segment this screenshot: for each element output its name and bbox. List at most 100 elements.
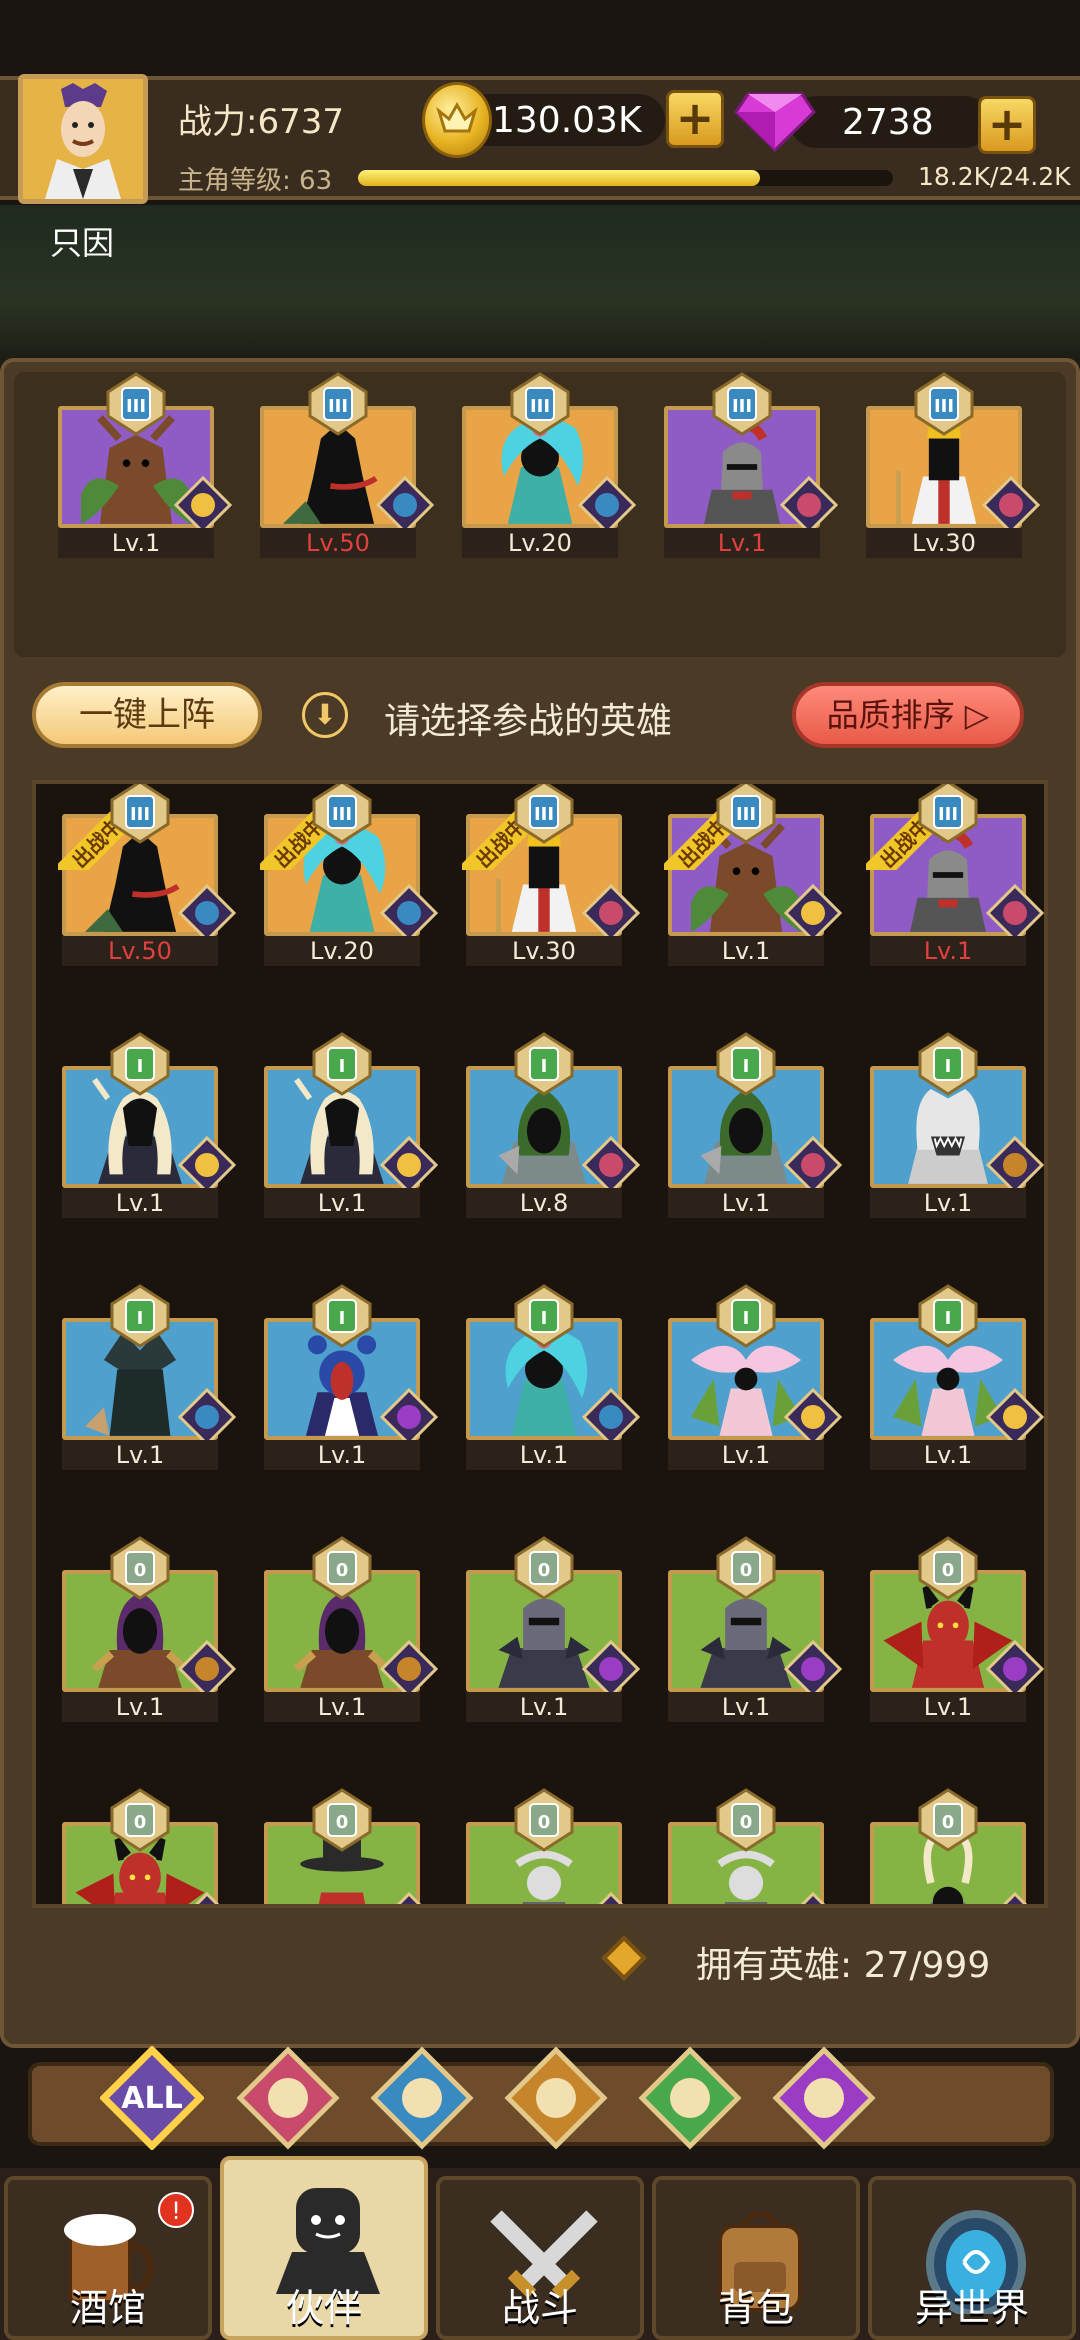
roster-hero-card[interactable]: 0	[466, 1788, 624, 1904]
roster-hero-card[interactable]: 0 Lv.1	[264, 1536, 438, 1722]
roster-hero-card[interactable]: I Lv.1	[264, 1284, 438, 1470]
star-rank-badge-icon: I	[514, 1032, 574, 1096]
nav-tab-label: 酒馆	[69, 2286, 146, 2330]
beast-class-icon	[178, 1640, 236, 1698]
svg-text:III: III	[530, 396, 550, 417]
filter-all-button[interactable]: ALL	[99, 2045, 205, 2151]
roster-hero-card[interactable]: I Lv.1	[668, 1032, 842, 1218]
svg-text:I: I	[137, 1308, 144, 1329]
filter-class-4-button[interactable]	[638, 2046, 742, 2150]
roster-hero-card[interactable]: I Lv.8	[466, 1032, 640, 1218]
filter-class-2-button[interactable]	[370, 2046, 474, 2150]
svg-text:III: III	[736, 804, 756, 825]
player-avatar[interactable]	[18, 74, 148, 204]
svg-text:0: 0	[538, 1560, 551, 1581]
roster-hero-card[interactable]: I Lv.1	[62, 1032, 236, 1218]
hero-level: Lv.30	[866, 528, 1022, 558]
star-rank-badge-icon: III	[312, 784, 372, 844]
nav-tab-label: 战斗	[501, 2286, 578, 2330]
demon-class-icon	[598, 1892, 624, 1904]
star-rank-badge-icon: I	[716, 1032, 776, 1096]
svg-text:ALL: ALL	[121, 2081, 182, 2116]
roster-hero-card[interactable]: I Lv.1	[870, 1284, 1044, 1470]
merfolk-class-icon	[178, 884, 236, 942]
roster-hero-card[interactable]: I Lv.1	[466, 1284, 640, 1470]
roster-hero-card[interactable]: I Lv.1	[264, 1032, 438, 1218]
tavern-notification-badge: !	[158, 2192, 194, 2228]
star-rank-badge-icon: I	[716, 1284, 776, 1348]
team-hero-card[interactable]: III Lv.1	[664, 372, 838, 558]
roster-hero-card[interactable]: 出战中 III Lv.20	[260, 784, 438, 966]
svg-text:0: 0	[740, 1560, 753, 1581]
nav-tab-3[interactable]: 背包	[652, 2176, 860, 2340]
filter-class-5-button[interactable]	[772, 2046, 876, 2150]
team-hero-card[interactable]: III Lv.20	[462, 372, 636, 558]
star-rank-badge-icon: III	[510, 372, 570, 436]
roster-hero-card[interactable]: 0 Lv.1	[668, 1536, 842, 1722]
svg-text:0: 0	[134, 1812, 147, 1833]
star-rank-badge-icon: III	[716, 784, 776, 844]
hero-level: Lv.1	[62, 1692, 218, 1722]
nav-tab-1[interactable]: 伙伴	[220, 2156, 428, 2340]
svg-text:I: I	[945, 1056, 952, 1077]
roster-hero-card[interactable]: I Lv.1	[62, 1284, 236, 1470]
scene-background	[0, 205, 1080, 365]
roster-hero-card[interactable]: 0 Lv.1	[870, 1536, 1044, 1722]
star-rank-badge-icon: I	[514, 1284, 574, 1348]
merfolk-class-icon	[178, 1388, 236, 1446]
nav-tab-label: 背包	[717, 2286, 794, 2330]
svg-text:I: I	[339, 1308, 346, 1329]
roster-hero-card[interactable]: 0	[264, 1788, 422, 1904]
hero-roster[interactable]: 出战中 III Lv.50 出战中 III Lv.20 出战中 III Lv.30 出战中 III L…	[32, 780, 1048, 1908]
hero-level: Lv.1	[264, 1188, 420, 1218]
add-gold-button[interactable]: +	[666, 90, 724, 148]
roster-hero-card[interactable]: 出战中 III Lv.50	[58, 784, 236, 966]
roster-hero-card[interactable]: 出战中 III Lv.1	[866, 784, 1044, 966]
svg-text:0: 0	[740, 1812, 753, 1833]
team-hero-card[interactable]: III Lv.1	[58, 372, 232, 558]
roster-hero-card[interactable]: I Lv.1	[870, 1032, 1044, 1218]
nav-tab-label: 异世界	[914, 2286, 1029, 2330]
filter-class-1-button[interactable]	[236, 2046, 340, 2150]
demon-class-icon	[784, 1640, 842, 1698]
star-rank-badge-icon: III	[110, 784, 170, 844]
quality-sort-button[interactable]: 品质排序 ▷	[792, 682, 1024, 748]
hero-level: Lv.20	[462, 528, 618, 558]
roster-hero-card[interactable]: 0 Lv.1	[466, 1536, 640, 1722]
roster-hero-card[interactable]: 出战中 III Lv.1	[664, 784, 842, 966]
nav-tab-4[interactable]: 异世界	[868, 2176, 1076, 2340]
xp-text: 18.2K/24.2K	[918, 162, 1071, 191]
nav-tab-2[interactable]: 战斗	[436, 2176, 644, 2340]
svg-text:III: III	[328, 396, 348, 417]
gold-coin-icon	[422, 82, 492, 158]
star-rank-badge-icon: 0	[716, 1788, 776, 1852]
roster-hero-card[interactable]: 0	[870, 1788, 1028, 1904]
roster-hero-card[interactable]: 0	[668, 1788, 826, 1904]
svg-text:I: I	[945, 1308, 952, 1329]
star-rank-badge-icon: III	[712, 372, 772, 436]
roster-hero-card[interactable]: I Lv.1	[668, 1284, 842, 1470]
hero-level: Lv.1	[870, 936, 1026, 966]
xp-progress-fill	[358, 170, 761, 186]
svg-text:I: I	[137, 1056, 144, 1077]
hero-level: Lv.20	[264, 936, 420, 966]
down-arrow-icon: ⬇	[302, 692, 348, 738]
roster-hero-card[interactable]: 0 Lv.1	[62, 1536, 236, 1722]
hero-level: Lv.1	[466, 1440, 622, 1470]
team-hero-card[interactable]: III Lv.30	[866, 372, 1040, 558]
filter-class-3-button[interactable]	[504, 2046, 608, 2150]
svg-text:III: III	[126, 396, 146, 417]
star-rank-badge-icon: I	[918, 1032, 978, 1096]
beast-class-icon	[986, 1136, 1044, 1194]
roster-hero-card[interactable]: 出战中 III Lv.30	[462, 784, 640, 966]
hero-level: Lv.50	[260, 528, 416, 558]
auto-deploy-button[interactable]: 一键上阵	[32, 682, 262, 748]
hero-level: Lv.1	[668, 936, 824, 966]
roster-hero-card[interactable]: 0	[62, 1788, 220, 1904]
svg-text:0: 0	[942, 1812, 955, 1833]
player-name: 只因	[50, 224, 115, 262]
hero-level: Lv.8	[466, 1188, 622, 1218]
add-gems-button[interactable]: +	[978, 96, 1036, 154]
warrior-class-icon	[582, 1136, 640, 1194]
team-hero-card[interactable]: III Lv.50	[260, 372, 434, 558]
